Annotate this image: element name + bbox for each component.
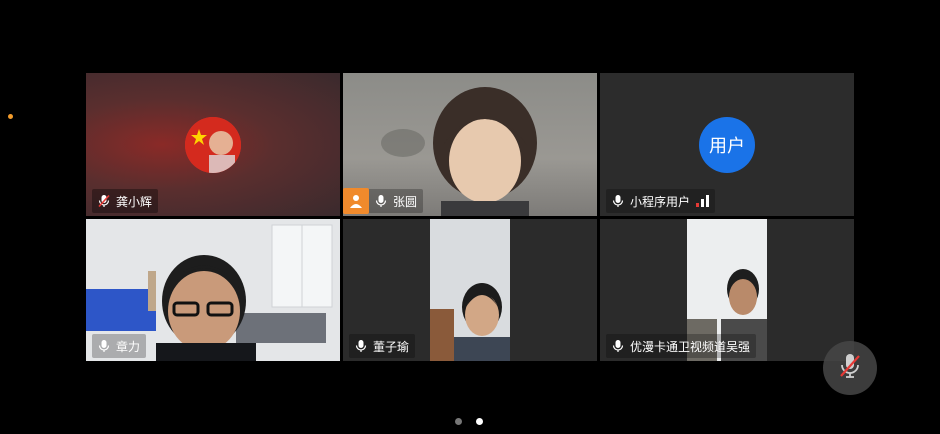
- participant-tile-3[interactable]: 用户 小程序用户: [600, 73, 854, 216]
- avatar-text: 用户: [709, 136, 745, 157]
- participant-name: 章力: [116, 339, 141, 354]
- mic-icon: [612, 339, 624, 353]
- mic-icon: [98, 339, 110, 353]
- page-dot-2[interactable]: [476, 418, 483, 425]
- mic-icon: [612, 194, 624, 208]
- name-tag: 张圆: [343, 188, 424, 214]
- participant-name: 董子瑜: [373, 339, 410, 354]
- name-tag: 龚小辉: [92, 189, 159, 213]
- mic-icon: [355, 339, 367, 353]
- mic-icon: [375, 194, 387, 208]
- participant-name: 龚小辉: [116, 194, 153, 209]
- mic-muted-icon: [98, 194, 110, 208]
- participant-name: 小程序用户: [630, 194, 691, 209]
- participant-tile-5[interactable]: 董子瑜: [343, 219, 597, 361]
- participant-name: 优漫卡通卫视频道吴强: [630, 339, 751, 354]
- page-dot-1[interactable]: [455, 418, 462, 425]
- camera-person-icon: [343, 188, 369, 214]
- participant-tile-1[interactable]: 龚小辉: [86, 73, 340, 216]
- left-indicator-dot: [8, 114, 13, 119]
- name-tag: 董子瑜: [349, 334, 416, 358]
- mic-muted-icon: [838, 352, 862, 384]
- participant-tile-6[interactable]: 优漫卡通卫视频道吴强: [600, 219, 854, 361]
- avatar: [185, 117, 241, 173]
- participant-tile-4[interactable]: 章力: [86, 219, 340, 361]
- name-tag: 章力: [92, 334, 147, 358]
- avatar: 用户: [699, 117, 755, 173]
- video-feed: [430, 219, 510, 361]
- participant-name: 张圆: [393, 194, 418, 209]
- name-tag: 小程序用户: [606, 189, 716, 213]
- signal-strength-icon: [696, 195, 710, 207]
- participant-tile-2[interactable]: 张圆: [343, 73, 597, 216]
- name-tag: 优漫卡通卫视频道吴强: [606, 334, 757, 358]
- self-mic-toggle-button[interactable]: [823, 341, 877, 395]
- page-indicator[interactable]: [455, 418, 483, 425]
